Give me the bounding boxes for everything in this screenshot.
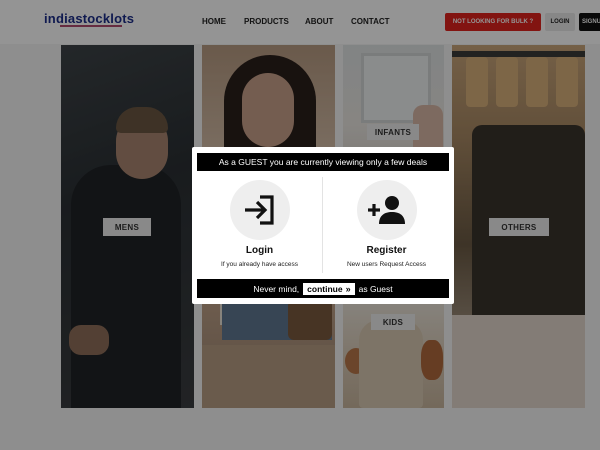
guest-banner: As a GUEST you are currently viewing onl… — [197, 153, 449, 171]
login-icon — [230, 180, 290, 240]
continue-as-guest-button[interactable]: continue » — [303, 282, 355, 295]
modal-divider — [322, 177, 323, 273]
register-subtitle: New users Request Access — [346, 261, 427, 268]
login-option[interactable]: Login If you already have access — [197, 177, 322, 273]
login-title: Login — [245, 245, 274, 256]
guest-access-modal: As a GUEST you are currently viewing onl… — [192, 147, 454, 304]
footer-suffix: as Guest — [358, 283, 393, 294]
add-user-icon — [357, 180, 417, 240]
login-subtitle: If you already have access — [221, 261, 298, 268]
double-chevron-right-icon: » — [345, 283, 351, 294]
register-title: Register — [366, 245, 407, 256]
guest-footer: Never mind, continue » as Guest — [197, 279, 449, 298]
register-option[interactable]: Register New users Request Access — [324, 177, 449, 273]
footer-prefix: Never mind, — [253, 283, 300, 294]
continue-label: continue — [307, 283, 343, 294]
